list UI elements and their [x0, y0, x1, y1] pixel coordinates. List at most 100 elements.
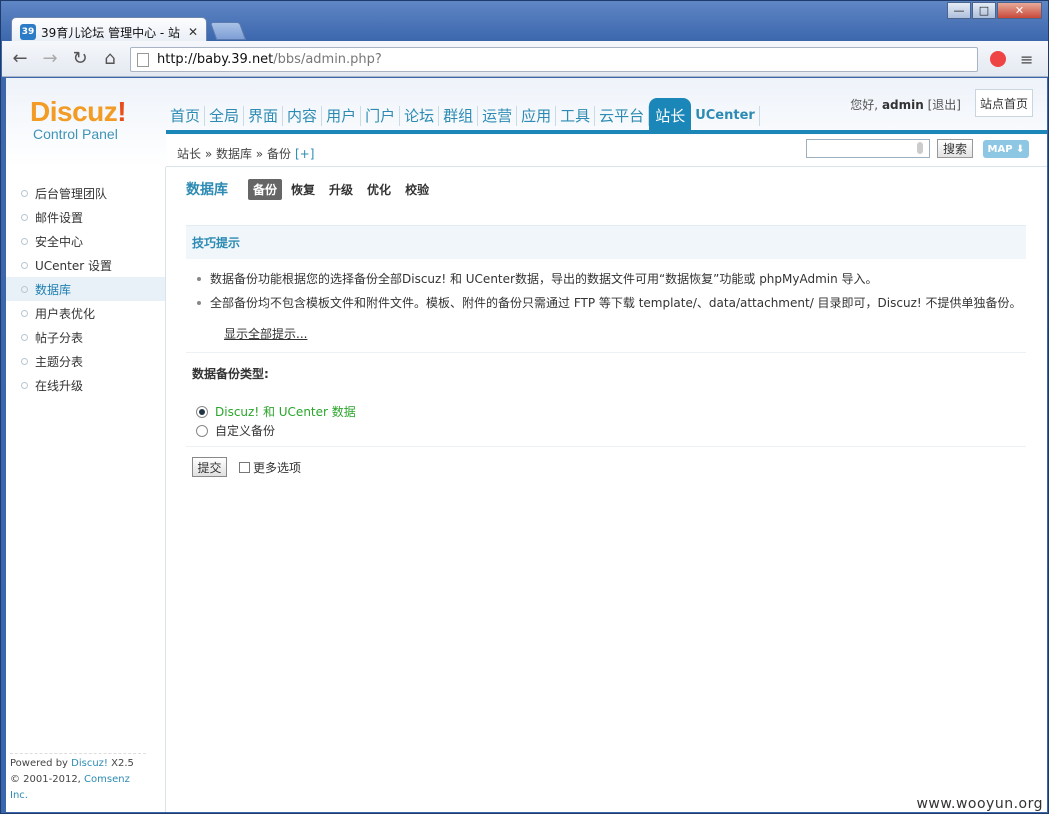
- topnav-webmaster[interactable]: 站长: [649, 98, 692, 130]
- topnav-apps[interactable]: 应用: [517, 106, 557, 126]
- minimize-button[interactable]: —: [947, 2, 971, 19]
- tab-upgrade[interactable]: 升级: [324, 179, 358, 200]
- logo-subtitle: Control Panel: [33, 126, 118, 142]
- microphone-icon[interactable]: [917, 142, 923, 154]
- topnav-home[interactable]: 首页: [166, 106, 206, 126]
- option-custom-backup-label: 自定义备份: [215, 424, 276, 438]
- sidebar-item-security-center[interactable]: 安全中心: [6, 229, 165, 253]
- window-controls: — □ ✕: [946, 2, 1042, 19]
- topnav-ucenter[interactable]: UCenter: [691, 106, 760, 126]
- breadcrumb: 站长 » 数据库 » 备份 [+]: [177, 145, 314, 162]
- sidebar-item-post-split[interactable]: 帖子分表: [6, 325, 165, 349]
- username: admin: [881, 98, 924, 112]
- browser-window: 39 39育儿论坛 管理中心 - 站 ✕ — □ ✕ ← → ↻ ⌂ http:…: [0, 0, 1049, 814]
- add-shortcut-link[interactable]: [+]: [295, 147, 314, 161]
- greeting: 您好,: [850, 98, 879, 112]
- topnav-cloud[interactable]: 云平台: [595, 106, 650, 126]
- browser-tab[interactable]: 39 39育儿论坛 管理中心 - 站 ✕: [11, 17, 207, 42]
- page-title: 数据库: [186, 182, 228, 198]
- show-all-tips-link[interactable]: 显示全部提示...: [224, 325, 307, 342]
- option-full-backup-label: Discuz! 和 UCenter 数据: [215, 405, 356, 419]
- radio-custom-backup[interactable]: [196, 424, 208, 437]
- forward-arrow-icon[interactable]: →: [38, 47, 62, 71]
- menu-icon[interactable]: ≡: [1020, 50, 1033, 69]
- home-icon[interactable]: ⌂: [98, 47, 122, 71]
- tab-verify[interactable]: 校验: [400, 179, 434, 200]
- top-navigation: 首页 全局 界面 内容 用户 门户 论坛 群组 运营 应用 工具 云平台 站长 …: [166, 94, 760, 130]
- tab-backup[interactable]: 备份: [248, 178, 283, 200]
- sidebar-item-admin-team[interactable]: 后台管理团队: [6, 181, 165, 205]
- url-path: /bbs/admin.php?: [273, 52, 382, 67]
- submit-row: 提交 更多选项: [192, 457, 1026, 477]
- site-home-button[interactable]: 站点首页: [975, 89, 1033, 117]
- address-bar[interactable]: http://baby.39.net/bbs/admin.php?: [130, 47, 978, 72]
- back-arrow-icon[interactable]: ←: [8, 47, 32, 71]
- search-input[interactable]: [806, 139, 930, 158]
- copyright-text: © 2001-2012,: [10, 774, 85, 785]
- option-full-backup[interactable]: Discuz! 和 UCenter 数据: [196, 402, 1026, 421]
- tab-restore[interactable]: 恢复: [286, 179, 320, 200]
- favicon-icon: 39: [20, 24, 36, 40]
- nav-underline: [166, 130, 1047, 134]
- backup-type-label: 数据备份类型:: [192, 367, 269, 381]
- url-host: http://baby.39.net: [157, 52, 274, 67]
- main-panel: 数据库 备份 恢复 升级 优化 校验 技巧提示 数据备份功能根据您的选择备份全部…: [186, 178, 1026, 477]
- topnav-portal[interactable]: 门户: [361, 106, 401, 126]
- admin-header: Discuz! Control Panel 首页 全局 界面 内容 用户 门户 …: [6, 78, 1047, 167]
- topnav-groups[interactable]: 群组: [439, 106, 479, 126]
- sidebar-item-ucenter-settings[interactable]: UCenter 设置: [6, 253, 165, 277]
- backup-type-options: Discuz! 和 UCenter 数据 自定义备份: [196, 402, 1026, 440]
- tip-item: 全部备份均不包含模板文件和附件文件。模板、附件的备份只需通过 FTP 等下载 t…: [196, 294, 1026, 313]
- tips-list: 数据备份功能根据您的选择备份全部Discuz! 和 UCenter数据，导出的数…: [186, 259, 1026, 342]
- powered-by-text: Powered by: [10, 758, 72, 769]
- topnav-tools[interactable]: 工具: [556, 106, 596, 126]
- logo-word: Discuz: [30, 96, 118, 127]
- topnav-forum[interactable]: 论坛: [400, 106, 440, 126]
- tab-title: 39育儿论坛 管理中心 - 站: [41, 25, 181, 40]
- page-content: Discuz! Control Panel 首页 全局 界面 内容 用户 门户 …: [6, 78, 1047, 812]
- breadcrumb-text: 站长 » 数据库 » 备份: [177, 147, 291, 161]
- option-custom-backup[interactable]: 自定义备份: [196, 421, 1026, 440]
- more-options-checkbox[interactable]: [239, 461, 250, 473]
- logout-link[interactable]: [退出]: [928, 98, 961, 112]
- sidebar-item-thread-split[interactable]: 主题分表: [6, 349, 165, 373]
- browser-toolbar: ← → ↻ ⌂ http://baby.39.net/bbs/admin.php…: [2, 41, 1048, 77]
- topnav-global[interactable]: 全局: [205, 106, 245, 126]
- topnav-operations[interactable]: 运营: [478, 106, 518, 126]
- tips-title: 技巧提示: [186, 225, 1026, 259]
- watermark: www.wooyun.org: [916, 796, 1043, 812]
- radio-full-backup[interactable]: [196, 405, 208, 418]
- submit-button[interactable]: 提交: [192, 457, 227, 477]
- user-bar: 您好, admin [退出]: [850, 96, 961, 113]
- reload-icon[interactable]: ↻: [68, 47, 92, 71]
- logo-bang: !: [117, 96, 127, 127]
- topnav-users[interactable]: 用户: [322, 106, 362, 126]
- discuz-logo[interactable]: Discuz! Control Panel: [30, 96, 127, 142]
- sidebar-item-database[interactable]: 数据库: [6, 277, 165, 301]
- map-button[interactable]: MAP ⬇: [983, 140, 1029, 158]
- sidebar: 后台管理团队 邮件设置 安全中心 UCenter 设置 数据库 用户表优化 帖子…: [6, 167, 166, 812]
- close-tab-icon[interactable]: ✕: [188, 25, 198, 39]
- tab-optimize[interactable]: 优化: [362, 179, 396, 200]
- sidebar-menu: 后台管理团队 邮件设置 安全中心 UCenter 设置 数据库 用户表优化 帖子…: [6, 181, 165, 397]
- tip-item: 数据备份功能根据您的选择备份全部Discuz! 和 UCenter数据，导出的数…: [196, 270, 1026, 289]
- database-tabs: 数据库 备份 恢复 升级 优化 校验: [186, 178, 1026, 200]
- discuz-link[interactable]: Discuz!: [71, 758, 108, 769]
- divider: [186, 446, 1026, 447]
- sidebar-footer: Powered by Discuz! X2.5 © 2001-2012, Com…: [10, 753, 146, 804]
- page-icon: [137, 52, 149, 67]
- sidebar-item-online-upgrade[interactable]: 在线升级: [6, 373, 165, 397]
- divider: [186, 352, 1026, 353]
- sidebar-item-user-table-optimize[interactable]: 用户表优化: [6, 301, 165, 325]
- close-window-button[interactable]: ✕: [997, 2, 1042, 19]
- sidebar-item-mail-settings[interactable]: 邮件设置: [6, 205, 165, 229]
- maximize-button[interactable]: □: [972, 2, 996, 19]
- new-tab-button[interactable]: [209, 22, 247, 40]
- version-text: X2.5: [107, 758, 134, 769]
- tab-strip: 39 39育儿论坛 管理中心 - 站 ✕ — □ ✕: [1, 1, 1048, 42]
- extension-icon[interactable]: [990, 51, 1006, 67]
- more-options-label[interactable]: 更多选项: [253, 459, 301, 476]
- topnav-content[interactable]: 内容: [283, 106, 323, 126]
- search-button[interactable]: 搜索: [937, 139, 973, 158]
- topnav-interface[interactable]: 界面: [244, 106, 284, 126]
